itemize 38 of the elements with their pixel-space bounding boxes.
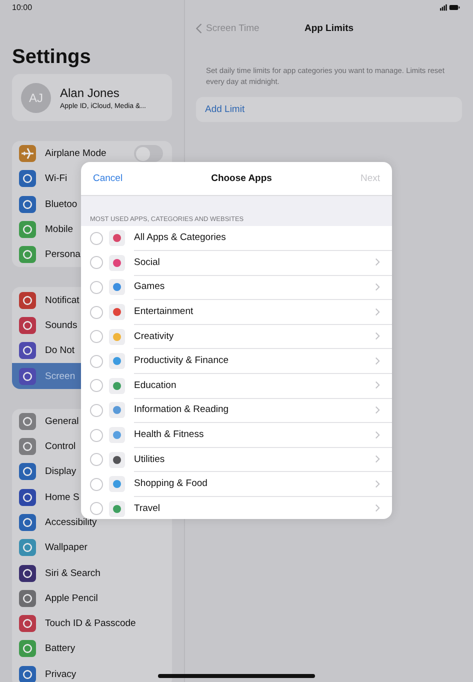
category-label: Education xyxy=(134,380,176,391)
profile-name: Alan Jones xyxy=(60,86,120,100)
settings-item-label: Do Not xyxy=(45,345,75,356)
category-label: Utilities xyxy=(134,454,165,465)
settings-item-label: Apple Pencil xyxy=(45,592,98,604)
category-label: Travel xyxy=(134,502,160,514)
dialog-title: Choose Apps xyxy=(211,173,272,184)
category-label: Information & Reading xyxy=(134,404,229,416)
category-label: Social xyxy=(134,256,160,268)
category-label: Shopping & Food xyxy=(134,478,208,490)
status-time: 10:00 xyxy=(12,3,32,12)
settings-item-label: Display xyxy=(45,466,76,478)
category-label: Entertainment xyxy=(134,306,194,318)
settings-item-label: General xyxy=(45,416,79,427)
settings-item-label: Bluetoo xyxy=(45,198,78,210)
settings-item-label: Airplane Mode xyxy=(45,148,106,160)
settings-item-label: Notificat xyxy=(45,294,80,306)
avatar-initials: AJ xyxy=(21,82,51,112)
category-label: Health & Fitness xyxy=(134,429,204,440)
settings-item-label: Screen xyxy=(45,370,76,382)
settings-item-label: Control xyxy=(45,441,76,452)
category-label: Creativity xyxy=(134,330,174,342)
page-title: App Limits xyxy=(303,22,355,34)
settings-item-label: Mobile xyxy=(45,224,73,236)
category-label: Productivity & Finance xyxy=(134,355,229,366)
settings-item-label: Accessibility xyxy=(45,517,97,528)
settings-item-label: Touch ID & Passcode xyxy=(45,618,136,630)
settings-item-label: Wi-Fi xyxy=(45,173,68,184)
settings-item-label: Persona xyxy=(45,249,80,260)
settings-item-label: Battery xyxy=(45,643,76,654)
category-label: All Apps & Categories xyxy=(134,232,226,244)
settings-title: Settings xyxy=(12,46,92,69)
settings-item-label: Sounds xyxy=(45,320,78,331)
settings-item-label: Siri & Search xyxy=(45,568,100,579)
category-label: Games xyxy=(134,281,165,292)
settings-item-label: Privacy xyxy=(45,668,76,680)
settings-item-label: Home S xyxy=(45,492,80,503)
settings-item-label: Wallpaper xyxy=(45,542,88,554)
